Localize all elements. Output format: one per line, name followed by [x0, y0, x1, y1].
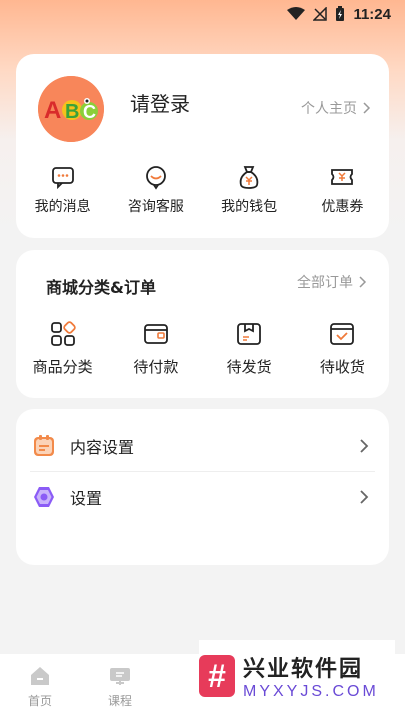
svg-text:C: C: [83, 102, 96, 122]
setting-label: 设置: [70, 489, 103, 508]
signal-off-icon: [313, 7, 328, 21]
settings-row[interactable]: 设置: [16, 472, 389, 522]
watermark-title: 兴业软件园: [243, 657, 364, 682]
course-icon: [110, 668, 130, 685]
status-bar: 11:24: [0, 0, 405, 28]
login-prompt[interactable]: 请登录: [130, 88, 190, 117]
chevron-right-icon: [360, 439, 369, 453]
action-label: 优惠券: [321, 199, 364, 215]
shortcut-label: 待收货: [319, 358, 365, 376]
settings-card: 内容设置 设置: [16, 409, 389, 565]
shortcut-pending-shipment[interactable]: 待发货: [203, 320, 296, 377]
watermark: # 兴业软件园 MYXYJS.COM: [199, 640, 395, 712]
chevron-right-icon: [360, 490, 369, 504]
shortcut-label: 待发货: [226, 358, 272, 376]
action-coupon[interactable]: 优惠券: [296, 164, 389, 216]
profile-card: A B C 请登录 个人主页 我的消息 咨询客服 我的钱包 优惠券: [16, 54, 389, 238]
profile-actions: 我的消息 咨询客服 我的钱包 优惠券: [16, 164, 389, 216]
tab-course[interactable]: 课程: [80, 664, 160, 720]
shortcut-label: 商品分类: [32, 358, 93, 376]
all-orders-link[interactable]: 全部订单: [297, 272, 367, 292]
all-orders-label: 全部订单: [297, 275, 353, 291]
home-icon: [31, 667, 49, 685]
wallet-bag-icon: [239, 166, 259, 189]
pending-shipment-icon: [237, 323, 262, 345]
tab-home[interactable]: 首页: [0, 664, 80, 720]
shortcut-pending-payment[interactable]: 待付款: [109, 320, 202, 377]
avatar-letter-a: A: [44, 97, 61, 124]
personal-homepage-link[interactable]: 个人主页: [301, 98, 371, 118]
customer-service-icon: [145, 166, 166, 190]
setting-label: 内容设置: [70, 438, 135, 457]
shortcut-pending-receipt[interactable]: 待收货: [296, 320, 389, 377]
tab-label: 课程: [107, 694, 132, 708]
action-my-wallet[interactable]: 我的钱包: [203, 164, 296, 216]
wifi-icon: [287, 7, 306, 20]
personal-homepage-label: 个人主页: [301, 101, 357, 117]
order-shortcuts: 商品分类 待付款 待发货 待收货: [16, 320, 389, 377]
action-customer-service[interactable]: 咨询客服: [109, 164, 202, 216]
section-title: 商城分类&订单: [46, 278, 156, 297]
coupon-icon: [331, 169, 354, 185]
action-label: 我的消息: [34, 199, 91, 215]
tab-label: 首页: [27, 694, 52, 708]
status-time: 11:24: [353, 5, 391, 23]
watermark-text: 兴业软件园 MYXYJS.COM: [243, 651, 379, 701]
message-icon: [51, 167, 74, 190]
action-my-messages[interactable]: 我的消息: [16, 164, 109, 216]
watermark-logo: #: [199, 655, 235, 697]
action-label: 我的钱包: [221, 199, 278, 215]
chevron-right-icon: [363, 102, 371, 114]
svg-text:B: B: [65, 101, 79, 123]
category-icon: [50, 321, 76, 346]
settings-hex-icon: [34, 487, 54, 507]
chevron-right-icon: [359, 276, 367, 288]
watermark-subtitle: MYXYJS.COM: [243, 683, 379, 700]
pending-receipt-icon: [330, 323, 355, 345]
content-settings-icon: [34, 435, 54, 456]
shortcut-product-categories[interactable]: 商品分类: [16, 320, 109, 377]
avatar[interactable]: A B C: [38, 76, 104, 142]
action-label: 咨询客服: [127, 199, 184, 215]
orders-card: 商城分类&订单 全部订单 商品分类 待付款 待发货 待收货: [16, 250, 389, 398]
pending-payment-icon: [143, 324, 168, 344]
battery-charging-icon: [336, 6, 345, 21]
content-settings-row[interactable]: 内容设置: [16, 421, 389, 471]
shortcut-label: 待付款: [133, 358, 179, 376]
